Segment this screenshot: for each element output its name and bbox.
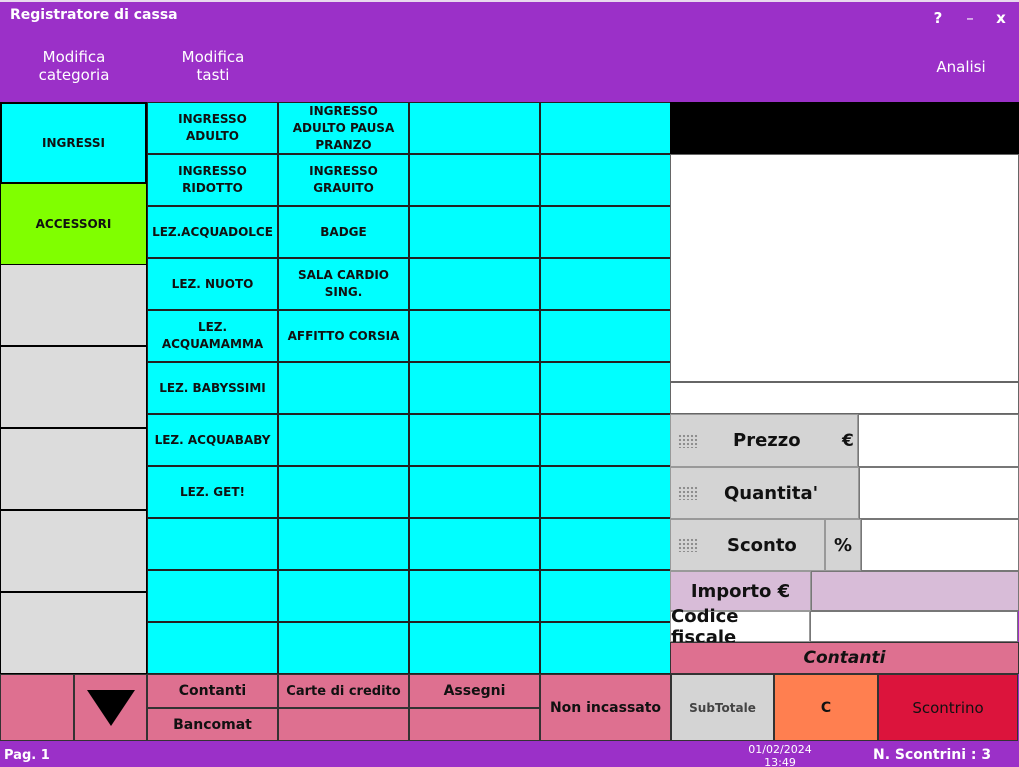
- product-button[interactable]: BADGE: [278, 206, 409, 258]
- category-button[interactable]: [0, 428, 147, 510]
- credit-card-button[interactable]: Carte di credito: [278, 674, 409, 708]
- product-button[interactable]: [409, 362, 540, 414]
- product-button[interactable]: [278, 518, 409, 570]
- price-input[interactable]: [858, 414, 1019, 467]
- page-indicator: Pag. 1: [4, 748, 50, 763]
- subtotal-button[interactable]: SubTotale: [671, 674, 774, 741]
- product-button[interactable]: [409, 310, 540, 362]
- quantity-label-text: Quantita': [724, 482, 819, 504]
- scroll-down-button[interactable]: [74, 674, 147, 741]
- amount-value: [811, 571, 1019, 611]
- drag-handle-icon[interactable]: [678, 486, 698, 500]
- product-button[interactable]: [540, 310, 671, 362]
- time-display: 13:49: [764, 756, 796, 767]
- minimize-button[interactable]: –: [961, 9, 979, 27]
- window-border: [0, 0, 1019, 2]
- scroll-area: [0, 674, 74, 741]
- price-currency: €: [842, 430, 854, 451]
- product-button[interactable]: INGRESSO ADULTO PAUSA PRANZO: [278, 102, 409, 154]
- fiscal-code-label: Codice fiscale: [670, 606, 810, 648]
- category-button[interactable]: ACCESSORI: [0, 183, 147, 265]
- payment-mode-indicator: Contanti: [670, 642, 1019, 674]
- receipt-button[interactable]: Scontrino: [878, 674, 1018, 741]
- receipt-counter: N. Scontrini : 3: [873, 747, 992, 763]
- receipt-items-area: [670, 154, 1019, 382]
- product-button[interactable]: [278, 622, 409, 674]
- product-button[interactable]: [409, 102, 540, 154]
- product-button[interactable]: [278, 414, 409, 466]
- checks-button[interactable]: Assegni: [409, 674, 540, 708]
- category-button[interactable]: [0, 510, 147, 592]
- discount-input[interactable]: [861, 519, 1019, 571]
- clear-button[interactable]: C: [774, 674, 878, 741]
- description-field[interactable]: [670, 382, 1019, 414]
- cash-button[interactable]: Contanti: [147, 674, 278, 708]
- discount-label: Sconto: [670, 519, 825, 571]
- discount-label-text: Sconto: [727, 534, 797, 556]
- product-button[interactable]: [540, 414, 671, 466]
- product-button[interactable]: [409, 466, 540, 518]
- triangle-down-icon: [86, 689, 135, 726]
- product-button[interactable]: [540, 570, 671, 622]
- product-button[interactable]: [147, 622, 278, 674]
- product-button[interactable]: [409, 154, 540, 206]
- price-label-text: Prezzo: [733, 430, 801, 451]
- product-button[interactable]: LEZ. ACQUAMAMMA: [147, 310, 278, 362]
- category-button[interactable]: INGRESSI: [0, 102, 147, 184]
- quantity-input[interactable]: [859, 467, 1019, 519]
- title-bar: Registratore di cassa ? – x Modifica cat…: [0, 0, 1019, 102]
- close-button[interactable]: x: [992, 9, 1010, 27]
- category-button[interactable]: [0, 346, 147, 428]
- product-button[interactable]: INGRESSO ADULTO: [147, 102, 278, 154]
- edit-keys-button[interactable]: Modifica tasti: [168, 48, 258, 84]
- product-button[interactable]: LEZ. ACQUABABY: [147, 414, 278, 466]
- product-button[interactable]: [409, 518, 540, 570]
- product-button[interactable]: [278, 570, 409, 622]
- product-button[interactable]: [147, 570, 278, 622]
- bancomat-button[interactable]: Bancomat: [147, 708, 278, 741]
- category-button[interactable]: [0, 264, 147, 346]
- product-button[interactable]: [409, 570, 540, 622]
- product-button[interactable]: [540, 154, 671, 206]
- category-button[interactable]: [0, 592, 147, 674]
- product-button[interactable]: [540, 362, 671, 414]
- quantity-label: Quantita': [670, 467, 859, 519]
- product-button[interactable]: LEZ. BABYSSIMI: [147, 362, 278, 414]
- help-button[interactable]: ?: [929, 9, 947, 27]
- product-button[interactable]: [278, 362, 409, 414]
- product-button[interactable]: INGRESSO RIDOTTO: [147, 154, 278, 206]
- product-button[interactable]: AFFITTO CORSIA: [278, 310, 409, 362]
- product-button[interactable]: LEZ.ACQUADOLCE: [147, 206, 278, 258]
- product-button[interactable]: INGRESSO GRAUITO: [278, 154, 409, 206]
- product-button[interactable]: [540, 466, 671, 518]
- window-title: Registratore di cassa: [10, 7, 178, 23]
- product-button[interactable]: [540, 622, 671, 674]
- analysis-button[interactable]: Analisi: [921, 58, 1001, 76]
- product-button[interactable]: SALA CARDIO SING.: [278, 258, 409, 310]
- edit-category-button[interactable]: Modifica categoria: [24, 48, 124, 84]
- fiscal-code-input[interactable]: [810, 611, 1018, 642]
- empty-payment-button[interactable]: [409, 708, 540, 741]
- product-button[interactable]: [147, 518, 278, 570]
- product-button[interactable]: [278, 466, 409, 518]
- product-button[interactable]: [540, 102, 671, 154]
- product-button[interactable]: LEZ. NUOTO: [147, 258, 278, 310]
- display-bar: [670, 102, 1019, 154]
- price-label: Prezzo €: [670, 414, 858, 467]
- product-button[interactable]: [540, 258, 671, 310]
- date-display: 01/02/2024: [748, 743, 812, 756]
- not-collected-button[interactable]: Non incassato: [540, 674, 671, 741]
- discount-percent: %: [825, 519, 861, 571]
- drag-handle-icon[interactable]: [678, 433, 698, 448]
- product-button[interactable]: [540, 206, 671, 258]
- product-button[interactable]: LEZ. GET!: [147, 466, 278, 518]
- drag-handle-icon[interactable]: [678, 538, 698, 552]
- product-button[interactable]: [409, 414, 540, 466]
- product-button[interactable]: [409, 622, 540, 674]
- product-button[interactable]: [409, 258, 540, 310]
- product-button[interactable]: [409, 206, 540, 258]
- empty-payment-button[interactable]: [278, 708, 409, 741]
- product-button[interactable]: [540, 518, 671, 570]
